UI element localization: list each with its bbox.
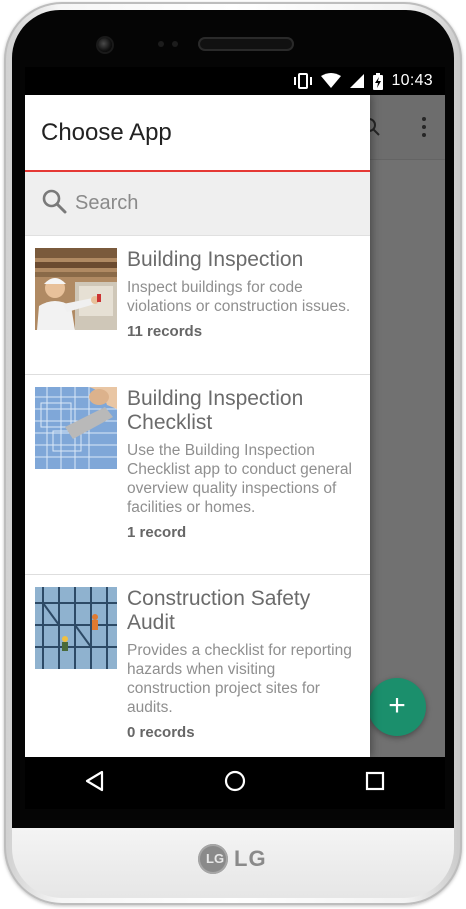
recents-icon — [365, 771, 385, 796]
earpiece-speaker — [198, 37, 294, 51]
app-description: Provides a checklist for reporting hazar… — [127, 642, 352, 716]
app-thumbnail — [35, 248, 117, 330]
lg-logo-text: LG — [234, 846, 267, 871]
screen: 10:43 + Choose App Search Building Inspe… — [25, 67, 445, 809]
app-list-item[interactable]: Building Inspection Checklist Use the Bu… — [25, 375, 370, 575]
back-button[interactable] — [65, 757, 125, 809]
front-camera — [98, 38, 112, 52]
lg-logo: LG LG — [198, 844, 267, 874]
drawer-header: Choose App — [25, 95, 370, 172]
vibrate-icon — [293, 73, 313, 89]
app-record-count: 11 records — [127, 323, 203, 340]
search-icon — [41, 188, 67, 219]
app-thumbnail — [35, 587, 117, 669]
lg-logo-mark-text: LG — [206, 851, 225, 866]
drawer-title: Choose App — [41, 118, 172, 146]
home-icon — [224, 770, 246, 797]
light-sensor — [172, 41, 178, 47]
app-text: Building Inspection Inspect buildings fo… — [127, 248, 358, 364]
app-description: Use the Building Inspection Checklist ap… — [127, 442, 352, 516]
app-text: Building Inspection Checklist Use the Bu… — [127, 387, 358, 564]
navigation-bar — [25, 757, 445, 809]
home-button[interactable] — [205, 757, 265, 809]
app-text: Construction Safety Audit Provides a che… — [127, 587, 358, 755]
app-thumbnail — [35, 387, 117, 469]
app-list-item[interactable]: Construction Safety Audit Provides a che… — [25, 575, 370, 757]
back-icon — [84, 770, 106, 797]
app-name: Building Inspection — [127, 248, 304, 271]
signal-icon — [349, 73, 365, 89]
app-chooser-drawer: Choose App Search Building Inspection In… — [25, 95, 370, 757]
app-record-count: 0 records — [127, 724, 195, 741]
status-time: 10:43 — [391, 72, 433, 89]
app-record-count: 1 record — [127, 524, 187, 541]
app-list-item[interactable]: Building Inspection Inspect buildings fo… — [25, 236, 370, 375]
search-placeholder: Search — [75, 192, 139, 214]
recents-button[interactable] — [345, 757, 405, 809]
lg-logo-mark: LG — [198, 844, 228, 874]
wifi-icon — [321, 73, 342, 89]
battery-charging-icon — [373, 72, 384, 90]
add-fab-button[interactable]: + — [368, 678, 426, 736]
search-input[interactable]: Search — [25, 172, 370, 236]
app-description: Inspect buildings for code violations or… — [127, 279, 351, 315]
proximity-sensor — [158, 41, 164, 47]
app-name: Construction Safety Audit — [127, 587, 311, 634]
status-bar: 10:43 — [25, 67, 445, 95]
app-name: Building Inspection Checklist — [127, 387, 304, 434]
